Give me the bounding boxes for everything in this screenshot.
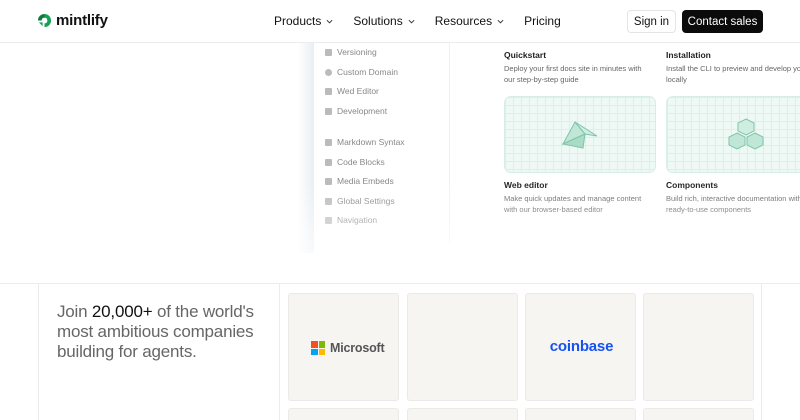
menu-products[interactable]: Products <box>274 14 333 28</box>
sidebar-item-label: Global Settings <box>337 196 395 206</box>
globe-icon <box>325 68 332 76</box>
main-menu: Products Solutions Resources Pricing <box>274 14 581 28</box>
sidebar-item-markdown-syntax: Markdown Syntax <box>325 137 405 147</box>
logo-tile-empty <box>643 293 754 401</box>
preview-sidebar: Versioning Custom Domain Wed Editor Deve… <box>313 43 450 243</box>
card-title-components: Components <box>666 180 718 190</box>
card-desc-installation: Install the CLI to preview and develop y… <box>666 64 800 84</box>
card-desc-web-editor: Make quick updates and manage content wi… <box>504 194 642 214</box>
menu-products-label: Products <box>274 14 322 28</box>
paper-plane-icon <box>561 120 598 149</box>
chevron-down-icon <box>408 19 415 23</box>
sidebar-item-custom-domain: Custom Domain <box>325 67 398 77</box>
logo-tile-partial <box>525 408 636 420</box>
sidebar-item-global-settings: Global Settings <box>325 196 395 206</box>
card-title-installation: Installation <box>666 50 711 60</box>
chevron-down-icon <box>326 19 333 23</box>
sidebar-item-label: Custom Domain <box>337 67 398 77</box>
card-title-web-editor: Web editor <box>504 180 548 190</box>
logo-tile-partial <box>643 408 754 420</box>
code-block-icon <box>325 158 332 166</box>
brand-name: mintlify <box>56 12 108 29</box>
coinbase-wordmark: coinbase <box>549 338 614 355</box>
code-icon <box>325 107 332 115</box>
navigation-icon <box>325 216 332 224</box>
customers-section: Join 20,000+ of the world's most ambitio… <box>0 284 800 420</box>
mintlify-logo-icon <box>37 13 52 28</box>
headline-prefix: Join <box>57 302 88 321</box>
installation-thumbnail[interactable] <box>666 96 800 173</box>
versioning-icon <box>325 48 332 56</box>
headline-rest: of the world's most ambitious companies … <box>57 302 254 361</box>
sidebar-item-media-embeds: Media Embeds <box>325 176 394 186</box>
card-desc-quickstart: Deploy your first docs site in minutes w… <box>504 64 642 84</box>
card-desc-components: Build rich, interactive documentation wi… <box>666 194 800 214</box>
sidebar-item-label: Versioning <box>337 47 377 57</box>
sidebar-item-label: Development <box>337 106 388 116</box>
sidebar-item-label: Wed Editor <box>337 86 379 96</box>
sidebar-item-versioning: Versioning <box>325 47 377 57</box>
cubes-icon <box>728 117 764 150</box>
quickstart-thumbnail[interactable] <box>504 96 656 173</box>
preview-shadow <box>298 43 314 253</box>
sidebar-item-code-blocks: Code Blocks <box>325 157 385 167</box>
customers-headline: Join 20,000+ of the world's most ambitio… <box>57 302 272 362</box>
sidebar-item-web-editor: Wed Editor <box>325 86 379 96</box>
sidebar-item-development: Development <box>325 106 387 116</box>
menu-resources-label: Resources <box>434 14 493 28</box>
sidebar-item-navigation: Navigation <box>325 215 377 225</box>
markdown-icon <box>325 138 332 146</box>
sidebar-item-label: Navigation <box>337 215 378 225</box>
top-navbar: mintlify Products Solutions Resources Pr… <box>0 0 800 43</box>
sidebar-item-label: Code Blocks <box>337 157 385 167</box>
menu-solutions-label: Solutions <box>353 14 403 28</box>
menu-solutions[interactable]: Solutions <box>353 14 415 28</box>
section-divider <box>38 284 39 420</box>
logo-tile-empty <box>407 293 518 401</box>
menu-pricing[interactable]: Pricing <box>524 14 561 28</box>
logo-tile-partial <box>288 408 399 420</box>
headline-count: 20,000+ <box>91 302 153 321</box>
logo-tile-microsoft: Microsoft <box>288 293 399 401</box>
menu-pricing-label: Pricing <box>524 14 561 28</box>
media-icon <box>325 177 332 185</box>
settings-icon <box>325 197 332 205</box>
logo-tile-partial <box>407 408 518 420</box>
brand-logo[interactable]: mintlify <box>37 12 108 29</box>
section-divider <box>279 284 280 420</box>
sidebar-item-label: Markdown Syntax <box>337 137 405 147</box>
contact-sales-button[interactable]: Contact sales <box>682 10 763 33</box>
section-divider <box>761 284 762 420</box>
product-preview: Versioning Custom Domain Wed Editor Deve… <box>0 43 800 284</box>
chevron-down-icon <box>497 19 504 23</box>
microsoft-windows-icon <box>311 341 325 355</box>
sidebar-item-label: Media Embeds <box>337 176 394 186</box>
menu-resources[interactable]: Resources <box>435 14 504 28</box>
microsoft-logo: Microsoft <box>311 341 385 355</box>
pen-icon <box>325 87 332 95</box>
logo-tile-coinbase: coinbase <box>525 293 636 401</box>
microsoft-wordmark: Microsoft <box>330 341 385 355</box>
sign-in-button[interactable]: Sign in <box>627 10 676 33</box>
card-title-quickstart: Quickstart <box>504 50 547 60</box>
